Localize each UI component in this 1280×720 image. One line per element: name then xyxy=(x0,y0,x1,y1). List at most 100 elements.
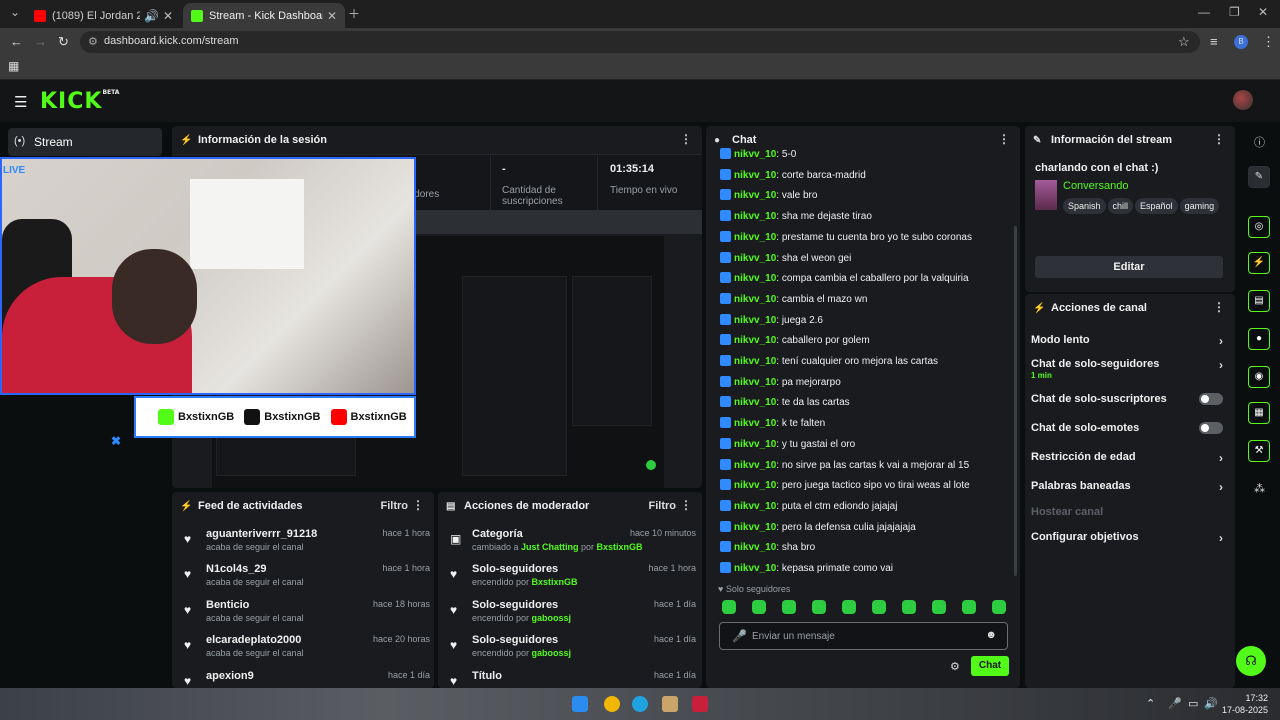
chat-username[interactable]: nikvv_10 xyxy=(734,542,776,553)
broadcast-icon[interactable]: ◉ xyxy=(1248,366,1270,388)
chat-message[interactable]: nikvv_10: kepasa primate como vai xyxy=(720,562,893,578)
chat-message[interactable]: nikvv_10: no sirve pa las cartas k vai a… xyxy=(720,458,969,475)
emote-icon[interactable] xyxy=(752,600,766,614)
reading-list-icon[interactable]: ≡ xyxy=(1210,34,1218,49)
action-subscribers-only[interactable]: Chat de solo-suscriptores xyxy=(1031,393,1227,421)
back-icon[interactable]: ← xyxy=(10,34,23,49)
tab-kick-dashboard[interactable]: Stream - Kick Dashboard ✕ xyxy=(183,3,345,28)
chat-message[interactable]: nikvv_10: sha el weon gei xyxy=(720,251,851,268)
help-icon[interactable]: ☊ xyxy=(1236,646,1266,676)
reload-icon[interactable]: ↻ xyxy=(58,34,69,50)
chat-message[interactable]: nikvv_10: y tu gastai el oro xyxy=(720,437,855,454)
chat-username[interactable]: nikvv_10 xyxy=(734,460,776,471)
chat-icon[interactable]: ● xyxy=(1248,328,1270,350)
edit-button[interactable]: Editar xyxy=(1035,256,1223,278)
forward-icon[interactable]: → xyxy=(34,34,47,49)
feed-item[interactable]: ♥ aguanteriverrr_91218 acaba de seguir el… xyxy=(180,528,430,562)
emote-icon[interactable] xyxy=(782,600,796,614)
subscribers-only-toggle[interactable] xyxy=(1199,393,1223,405)
moderator-item[interactable]: ♥ Título hace 1 día xyxy=(446,670,696,688)
chat-message[interactable]: nikvv_10: juega 2.6 xyxy=(720,313,823,330)
profile-avatar[interactable]: B xyxy=(1234,35,1248,49)
moderator-item[interactable]: ▣ Categoría cambiado a Just Chatting por… xyxy=(446,528,696,562)
emote-icon[interactable] xyxy=(992,600,1006,614)
chat-input[interactable]: 🎤 Enviar un mensaje ☻ xyxy=(719,622,1008,650)
feed-item[interactable]: ♥ N1col4s_29 acaba de seguir el canal hace… xyxy=(180,563,430,597)
speaker-icon[interactable]: 🔊 xyxy=(144,9,159,23)
close-tab-icon[interactable]: ✕ xyxy=(327,9,337,23)
clock[interactable]: 17:32 17-08-2025 xyxy=(1222,692,1268,716)
chat-username[interactable]: nikvv_10 xyxy=(734,418,776,429)
more-icon[interactable]: ⋮ xyxy=(998,132,1010,146)
emote-icon[interactable] xyxy=(962,600,976,614)
chat-send-button[interactable]: Chat xyxy=(971,656,1009,676)
more-icon[interactable]: ⋮ xyxy=(680,132,692,146)
chat-message[interactable]: nikvv_10: puta el ctm ediondo jajajaj xyxy=(720,499,897,516)
bookmark-star-icon[interactable]: ☆ xyxy=(1178,34,1190,50)
minimize-icon[interactable]: — xyxy=(1198,5,1210,19)
chat-username[interactable]: nikvv_10 xyxy=(734,522,776,533)
more-icon[interactable]: ⋮ xyxy=(680,498,692,512)
emote-icon[interactable] xyxy=(902,600,916,614)
mic-icon[interactable]: 🎤 xyxy=(732,629,747,643)
tab-search-icon[interactable]: ⌄ xyxy=(10,5,20,19)
chat-message[interactable]: nikvv_10: corte barca-madrid xyxy=(720,168,866,185)
tray-chevron-icon[interactable]: ⌃ xyxy=(1146,697,1155,710)
feed-item[interactable]: ♥ elcaradeplato2000 acaba de seguir el ca… xyxy=(180,634,430,668)
chat-username[interactable]: nikvv_10 xyxy=(734,563,776,574)
chat-scrollbar[interactable] xyxy=(1014,226,1017,576)
chat-username[interactable]: nikvv_10 xyxy=(734,273,776,284)
chat-message[interactable]: nikvv_10: sha bro xyxy=(720,541,815,557)
volume-icon[interactable]: 🔊 xyxy=(1204,697,1218,710)
moderator-filter-button[interactable]: Filtro xyxy=(649,500,677,512)
site-info-icon[interactable]: ⚙ xyxy=(88,35,98,48)
clipboard-icon[interactable]: ▤ xyxy=(1248,290,1270,312)
chrome-icon[interactable] xyxy=(604,696,620,712)
list-icon[interactable]: ▦ xyxy=(1248,402,1270,424)
feed-filter-button[interactable]: Filtro xyxy=(381,500,409,512)
moderator-item[interactable]: ♥ Solo-seguidores encendido por BxstixnG… xyxy=(446,563,696,597)
chat-username[interactable]: nikvv_10 xyxy=(734,253,776,264)
chat-username[interactable]: nikvv_10 xyxy=(734,356,776,367)
chat-message[interactable]: nikvv_10: pero juega tactico sipo vo tir… xyxy=(720,479,970,495)
user-avatar[interactable] xyxy=(1233,90,1253,110)
chat-message[interactable]: nikvv_10: prestame tu cuenta bro yo te s… xyxy=(720,230,972,247)
action-age-restriction[interactable]: Restricción de edad › xyxy=(1031,451,1227,479)
apps-grid-icon[interactable]: ▦ xyxy=(8,59,19,73)
chat-username[interactable]: nikvv_10 xyxy=(734,170,776,181)
category-name[interactable]: Conversando xyxy=(1063,180,1128,192)
chat-username[interactable]: nikvv_10 xyxy=(734,480,776,491)
wrench-icon[interactable]: ⚒ xyxy=(1248,440,1270,462)
menu-icon[interactable]: ☰ xyxy=(14,93,27,111)
chat-message[interactable]: nikvv_10: caballero por golem xyxy=(720,334,870,350)
feed-item[interactable]: ♥ Benticio acaba de seguir el canal hace 1… xyxy=(180,599,430,633)
chat-username[interactable]: nikvv_10 xyxy=(734,211,776,222)
chat-username[interactable]: nikvv_10 xyxy=(734,315,776,326)
chat-message[interactable]: nikvv_10: vale bro xyxy=(720,189,817,205)
close-tab-icon[interactable]: ✕ xyxy=(163,9,173,23)
chat-username[interactable]: nikvv_10 xyxy=(734,149,776,160)
chat-message[interactable]: nikvv_10: compa cambia el caballero por … xyxy=(720,272,969,288)
chat-settings-icon[interactable]: ⚙ xyxy=(950,660,960,673)
new-tab-icon[interactable]: ＋ xyxy=(348,5,360,22)
emote-icon[interactable] xyxy=(932,600,946,614)
nav-item-stream[interactable]: (•) Stream xyxy=(8,128,162,156)
close-window-icon[interactable]: ✕ xyxy=(1258,5,1268,19)
app-icon[interactable] xyxy=(662,696,678,712)
action-emotes-only[interactable]: Chat de solo-emotes xyxy=(1031,422,1227,450)
chat-message[interactable]: nikvv_10: tení cualquier oro mejora las … xyxy=(720,355,938,371)
edge-icon[interactable] xyxy=(632,696,648,712)
app-icon[interactable] xyxy=(692,696,708,712)
emotes-only-toggle[interactable] xyxy=(1199,422,1223,434)
more-icon[interactable]: ⋮ xyxy=(412,498,424,512)
chat-username[interactable]: nikvv_10 xyxy=(734,294,776,305)
emote-icon[interactable] xyxy=(872,600,886,614)
nodes-icon[interactable]: ⁂ xyxy=(1254,482,1265,495)
network-icon[interactable]: ▭ xyxy=(1188,697,1198,710)
more-icon[interactable]: ⋮ xyxy=(1213,300,1225,314)
chat-username[interactable]: nikvv_10 xyxy=(734,397,776,408)
chat-message[interactable]: nikvv_10: k te falten xyxy=(720,417,825,433)
action-banned-words[interactable]: Palabras baneadas › xyxy=(1031,480,1227,508)
chat-message[interactable]: nikvv_10: sha me dejaste tirao xyxy=(720,210,872,226)
bolt-icon[interactable]: ⚡ xyxy=(1248,252,1270,274)
